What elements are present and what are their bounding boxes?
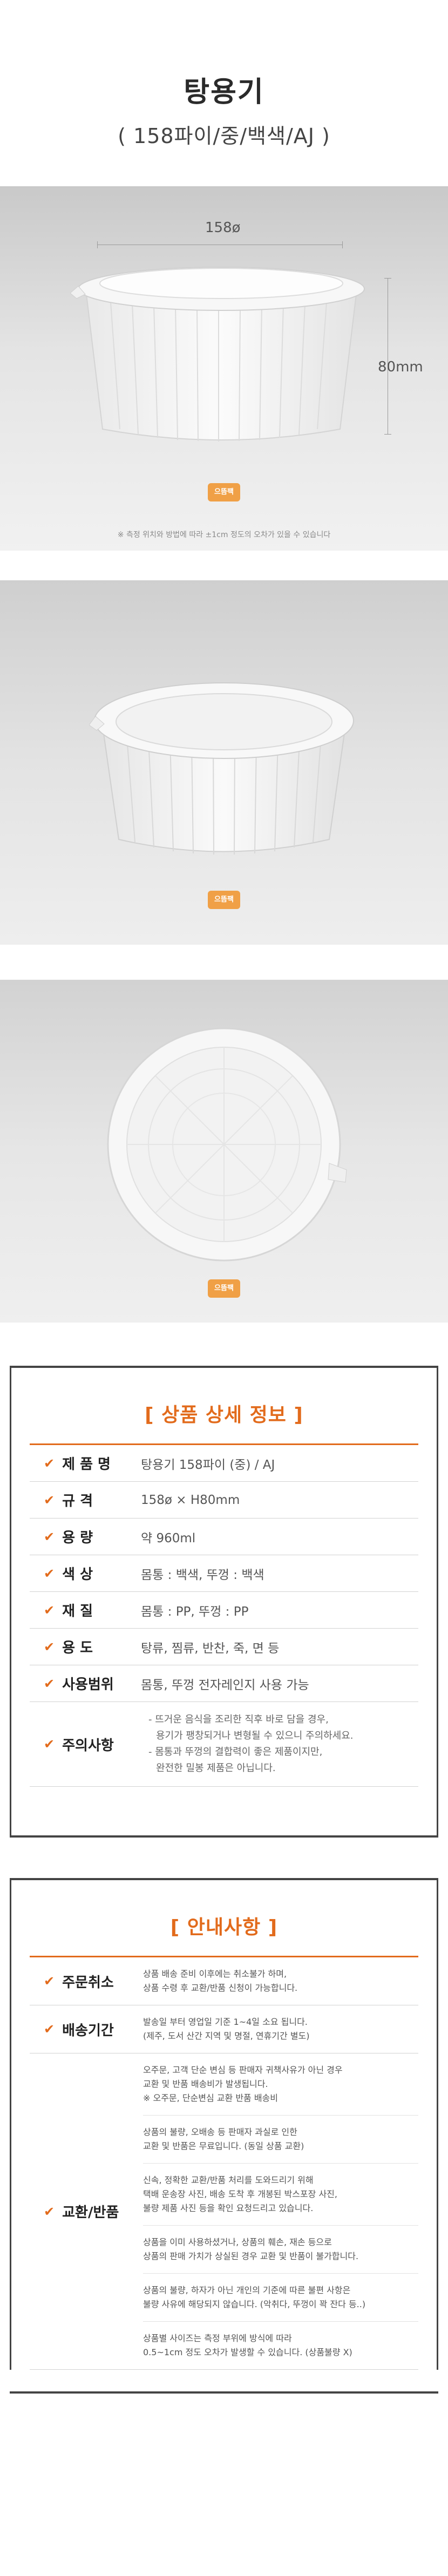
- container-angled-image: [89, 682, 354, 855]
- product-title: 탕용기: [184, 76, 264, 109]
- check-icon: ✔: [44, 1529, 55, 1544]
- caution-notes: - 뜨거운 음식을 조리한 직후 바로 담을 경우, 용기가 팽창되거나 변형될…: [138, 1702, 418, 1786]
- spec-value: 몸통 : PP, 뚜껑 : PP: [141, 1604, 249, 1619]
- notice-label: 배송기간: [62, 2022, 114, 2039]
- notice-line: 불량 사유에 해당되지 않습니다. (악취다, 뚜껑이 꽉 잔다 등..): [143, 2299, 366, 2309]
- notice-line: 불량 제품 사진 등을 확인 요청드리고 있습니다.: [143, 2203, 314, 2213]
- spec-row-size: ✔ 규 격 158ø × H80mm: [30, 1482, 418, 1519]
- notice-row-delivery: ✔ 배송기간 발송일 부터 영업일 기준 1~4일 소요 됩니다. (제주, 도서…: [30, 2005, 418, 2053]
- notice-line: 발송일 부터 영업일 기준 1~4일 소요 됩니다.: [143, 2017, 308, 2027]
- check-icon: ✔: [44, 1602, 55, 1618]
- notice-line: (제주, 도서 산간 지역 및 명절, 연휴기간 별도): [143, 2031, 310, 2041]
- notice-line: 상품 수령 후 교환/반품 신청이 가능합니다.: [143, 1983, 298, 1993]
- notice-row-cancel: ✔ 주문취소 상품 배송 준비 이후에는 취소불가 하며, 상품 수령 후 교환/…: [30, 1957, 418, 2005]
- notice-title-text: [ 안내사항 ]: [170, 1916, 278, 1938]
- container-top-image: [107, 1027, 347, 1262]
- notice-line: 상품을 이미 사용하셨거나, 상품의 훼손, 재손 등으로: [143, 2237, 332, 2247]
- spec-label: 사용범위: [62, 1677, 114, 1693]
- spec-value: 158ø × H80mm: [141, 1493, 240, 1507]
- notice-title: [ 안내사항 ]: [11, 1880, 437, 1956]
- notice-row-exchange: ✔ 교환/반품 오주문, 고객 단순 변심 등 판매자 귀책사유가 아닌 경우 교…: [30, 2053, 418, 2370]
- notice-line: 신속, 정확한 교환/반품 처리를 도와드리기 위해: [143, 2175, 314, 2185]
- product-header: 탕용기 ( 158파이/중/백색/AJ ): [0, 0, 448, 186]
- spec-label: 주의사항: [62, 1737, 114, 1754]
- spec-value: 탕류, 찜류, 반찬, 죽, 면 등: [141, 1641, 280, 1656]
- notice-block: 상품 배송 준비 이후에는 취소불가 하며, 상품 수령 후 교환/반품 신청이…: [143, 1957, 418, 2005]
- spec-row-name: ✔ 제 품 명 탕용기 158파이 (중) / AJ: [30, 1445, 418, 1482]
- spec-label: 용 도: [62, 1640, 93, 1656]
- notice-line: 0.5~1cm 정도 오차가 발생할 수 있습니다. (상품불량 X): [143, 2347, 352, 2357]
- check-icon: ✔: [44, 2022, 55, 2037]
- brand-logo: 으뜸팩: [208, 891, 240, 909]
- spec-row-caution: ✔ 주의사항 - 뜨거운 음식을 조리한 직후 바로 담을 경우, 용기가 팽창되…: [30, 1702, 418, 1787]
- spec-row-capacity: ✔ 용 량 약 960ml: [30, 1519, 418, 1555]
- check-icon: ✔: [44, 1737, 55, 1752]
- product-photo-side: 158ø 80mm 으뜸팩 ※ 측정 위치와 방법에 따라 ±1cm 정도의 오…: [0, 186, 448, 551]
- notice-line: 오주문, 고객 단순 변심 등 판매자 귀책사유가 아닌 경우: [143, 2065, 343, 2075]
- brand-logo: 으뜸팩: [208, 1279, 240, 1298]
- notice-block: 오주문, 고객 단순 변심 등 판매자 귀책사유가 아닌 경우 교환 및 반품 …: [143, 2053, 418, 2116]
- notice-table: ✔ 주문취소 상품 배송 준비 이후에는 취소불가 하며, 상품 수령 후 교환/…: [30, 1956, 418, 2370]
- product-subtitle: ( 158파이/중/백색/AJ ): [118, 124, 330, 148]
- caution-line: 완전한 밀봉 제품은 아닙니다.: [156, 1762, 276, 1774]
- check-icon: ✔: [44, 1676, 55, 1691]
- spec-table: ✔ 제 품 명 탕용기 158파이 (중) / AJ ✔ 규 격 158ø × H8…: [30, 1443, 418, 1787]
- spec-value: 약 960ml: [141, 1531, 196, 1545]
- product-photo-top: 으뜸팩: [0, 980, 448, 1323]
- spec-label: 규 격: [62, 1493, 93, 1509]
- spec-row-usage: ✔ 용 도 탕류, 찜류, 반찬, 죽, 면 등: [30, 1629, 418, 1665]
- notice-line: 상품의 불량, 오배송 등 판매자 과실로 인한: [143, 2127, 297, 2137]
- notice-line: ※ 오주문, 단순변심 교환 반품 배송비: [143, 2093, 279, 2103]
- notice-block: 상품을 이미 사용하셨거나, 상품의 훼손, 재손 등으로 상품의 판매 가치가…: [143, 2226, 418, 2274]
- check-icon: ✔: [44, 1455, 55, 1471]
- notice-line: 교환 및 반품 배송비가 발생됩니다.: [143, 2079, 268, 2089]
- check-icon: ✔: [44, 1492, 55, 1508]
- height-dimension-label: 80mm: [378, 359, 423, 375]
- spec-label: 색 상: [62, 1567, 93, 1583]
- spec-label: 재 질: [62, 1603, 93, 1619]
- spec-label: 제 품 명: [62, 1456, 111, 1473]
- spec-title: [ 상품 상세 정보 ]: [11, 1368, 437, 1443]
- spec-value: 몸통 : 백색, 뚜껑 : 백색: [141, 1568, 264, 1582]
- measurement-caption: ※ 측정 위치와 방법에 따라 ±1cm 정도의 오차가 있을 수 있습니다: [117, 531, 331, 539]
- notice-line: 상품의 판매 가치가 상실된 경우 교환 및 반품이 불가합니다.: [143, 2251, 359, 2261]
- notice-label: 주문취소: [62, 1974, 114, 1991]
- notice-block: 상품의 불량, 오배송 등 판매자 과실로 인한 교환 및 반품은 무료입니다.…: [143, 2116, 418, 2164]
- spec-row-material: ✔ 재 질 몸통 : PP, 뚜껑 : PP: [30, 1592, 418, 1629]
- spec-label: 용 량: [62, 1530, 93, 1546]
- spec-value: 탕용기 158파이 (중) / AJ: [141, 1458, 275, 1472]
- notice-block: 상품의 불량, 하자가 아닌 개인의 기준에 따른 불편 사항은 불량 사유에 …: [143, 2274, 418, 2322]
- check-icon: ✔: [44, 1639, 55, 1655]
- notice-line: 상품의 불량, 하자가 아닌 개인의 기준에 따른 불편 사항은: [143, 2285, 351, 2295]
- notice-card: [ 안내사항 ] ✔ 주문취소 상품 배송 준비 이후에는 취소불가 하며, 상품…: [10, 1880, 438, 2370]
- spec-title-text: [ 상품 상세 정보 ]: [145, 1404, 303, 1426]
- caution-line: 용기가 팽창되거나 변형될 수 있으니 주의하세요.: [156, 1730, 354, 1741]
- spec-row-color: ✔ 색 상 몸통 : 백색, 뚜껑 : 백색: [30, 1555, 418, 1592]
- check-icon: ✔: [44, 1974, 55, 1989]
- notice-block: 상품별 사이즈는 측정 부위에 방식에 따라 0.5~1cm 정도 오차가 발생…: [143, 2322, 418, 2369]
- brand-logo: 으뜸팩: [208, 483, 240, 501]
- notice-block: 신속, 정확한 교환/반품 처리를 도와드리기 위해 택배 운송장 사진, 배송…: [143, 2164, 418, 2226]
- caution-line: - 몸통과 뚜껑의 결합력이 좋은 제품이지만,: [148, 1746, 323, 1758]
- spec-value: 몸통, 뚜껑 전자레인지 사용 가능: [141, 1678, 309, 1692]
- notice-line: 교환 및 반품은 무료입니다. (동일 상품 교환): [143, 2141, 304, 2151]
- spec-row-scope: ✔ 사용범위 몸통, 뚜껑 전자레인지 사용 가능: [30, 1665, 418, 1702]
- spec-card: [ 상품 상세 정보 ] ✔ 제 품 명 탕용기 158파이 (중) / AJ ✔…: [10, 1368, 438, 1835]
- width-dimension-label: 158ø: [205, 220, 241, 236]
- notice-label: 교환/반품: [62, 2205, 119, 2221]
- container-side-image: [70, 267, 365, 442]
- notice-card-bottom-border: [10, 2391, 438, 2394]
- notice-block: 발송일 부터 영업일 기준 1~4일 소요 됩니다. (제주, 도서 산간 지역…: [143, 2005, 418, 2053]
- notice-line: 상품 배송 준비 이후에는 취소불가 하며,: [143, 1969, 287, 1979]
- check-icon: ✔: [44, 2204, 55, 2219]
- caution-line: - 뜨거운 음식을 조리한 직후 바로 담을 경우,: [148, 1714, 329, 1725]
- notice-line: 상품별 사이즈는 측정 부위에 방식에 따라: [143, 2333, 292, 2343]
- product-photo-angled: 으뜸팩: [0, 580, 448, 945]
- notice-line: 택배 운송장 사진, 배송 도착 후 개봉된 박스포장 사진,: [143, 2189, 337, 2199]
- check-icon: ✔: [44, 1565, 55, 1581]
